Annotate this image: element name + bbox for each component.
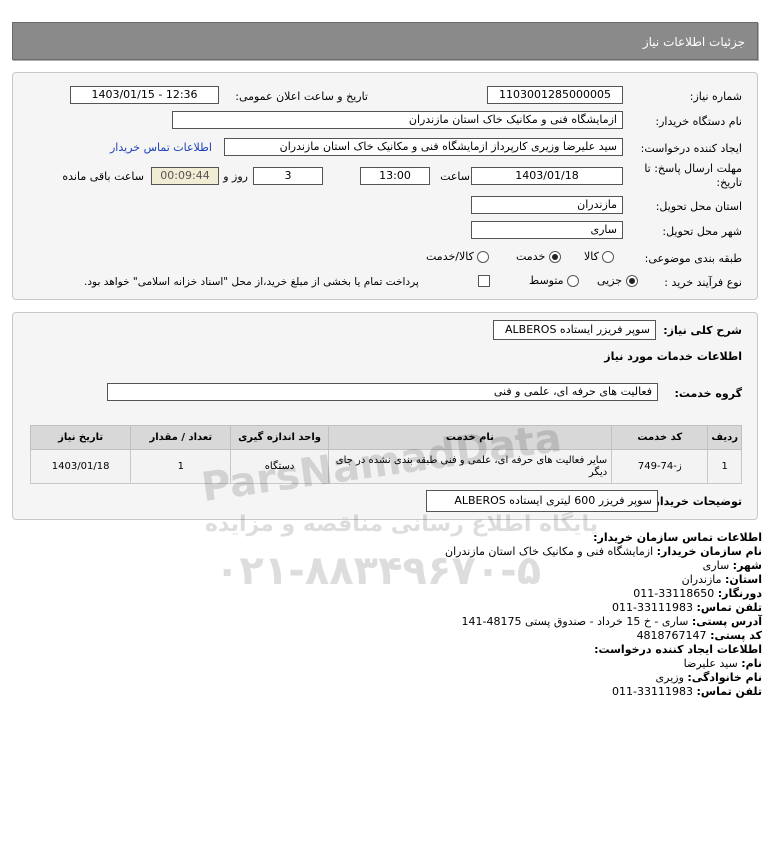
contact-postal-label: کد پستی: [710, 629, 762, 642]
contact-phone-label: تلفن تماس: [696, 601, 762, 614]
cell-date: 1403/01/18 [29, 449, 132, 484]
need-summary-panel [12, 312, 758, 520]
col-unit: واحد اندازه گیری [230, 425, 329, 450]
buyer-desc-field: سوپر فریزر 600 لیتری ایستاده ALBEROS [426, 490, 658, 512]
radio-medium-icon[interactable] [567, 275, 580, 287]
creator-field: سید علیرضا وزیری کارپرداز ازمایشگاه فنی … [224, 138, 623, 156]
contact-city: شهر: ساری [703, 559, 762, 572]
creator-phone: تلفن تماس: 33111983-011 [612, 685, 762, 698]
creator-name-value: سید علیرضا [683, 657, 738, 670]
summary-title-label: شرح کلی نیاز: [663, 324, 742, 337]
buyer-org-field: ازمایشگاه فنی و مکانیک خاک استان مازندرا… [172, 111, 623, 129]
contact-postal: کد پستی: 4818767147 [637, 629, 762, 642]
radio-goods-icon[interactable] [602, 251, 615, 263]
service-group-label: گروه خدمت: [674, 387, 742, 400]
radio-goods-service-icon[interactable] [477, 251, 490, 263]
contact-province-value: مازندران [681, 573, 722, 586]
creator-name-label: نام: [741, 657, 762, 670]
page-title: جزئیات اطلاعات نیاز [642, 35, 745, 49]
contact-phone: تلفن تماس: 33111983-011 [612, 601, 762, 614]
contact-city-label: شهر: [732, 559, 762, 572]
city-label: شهر محل تحویل: [662, 225, 742, 238]
contact-address: آدرس پستی: ساری - خ 15 خرداد - صندوق پست… [462, 615, 762, 628]
summary-title-field: سوپر فریزر ایستاده ALBEROS [493, 320, 656, 340]
province-label: استان محل تحویل: [655, 200, 742, 213]
radio-goods-label: کالا [584, 250, 599, 263]
need-number-label: شماره نیاز: [689, 90, 742, 103]
process-label: نوع فرآیند خرید : [664, 276, 742, 289]
contact-org-label: نام سازمان خریدار: [656, 545, 762, 558]
remaining-time-field: 00:09:44 [151, 167, 219, 185]
announce-datetime-field: 1403/01/15 - 12:36 [70, 86, 219, 104]
remaining-label: ساعت باقی مانده [62, 170, 144, 183]
category-radio-service[interactable]: خدمت [516, 250, 561, 263]
col-row: ردیف [707, 425, 742, 450]
payment-note: پرداخت تمام یا بخشی از مبلغ خرید،از محل … [84, 276, 419, 288]
creator-heading: اطلاعات ایجاد کننده درخواست: [594, 643, 762, 656]
creator-family: نام خانوادگی: وزیری [656, 671, 762, 684]
contact-postal-value: 4818767147 [636, 629, 707, 642]
cell-row: 1 [707, 449, 742, 484]
radio-medium-label: متوسط [529, 274, 564, 287]
cell-unit: دستگاه [230, 449, 329, 484]
category-radio-goods[interactable]: کالا [584, 250, 615, 263]
deadline-label: مهلت ارسال پاسخ: تا تاریخ: [642, 162, 742, 190]
contact-heading: اطلاعات تماس سازمان خریدار: [593, 531, 762, 544]
contact-province: استان: مازندران [682, 573, 762, 586]
col-name: نام خدمت [327, 425, 613, 450]
contact-city-value: ساری [702, 559, 730, 572]
contact-province-label: استان: [725, 573, 762, 586]
radio-goods-service-label: کالا/خدمت [426, 250, 474, 263]
services-heading: اطلاعات خدمات مورد نیاز [604, 350, 742, 363]
contact-address-value: ساری - خ 15 خرداد - صندوق پستی 48175-141 [461, 615, 689, 628]
deadline-time-field: 13:00 [360, 167, 430, 185]
creator-phone-label: تلفن تماس: [696, 685, 762, 698]
city-field: ساری [471, 221, 623, 239]
deadline-time-label: ساعت [440, 170, 470, 183]
services-table-header: ردیف کد خدمت نام خدمت واحد اندازه گیری ت… [29, 425, 742, 450]
deadline-label-text: مهلت ارسال پاسخ: تا تاریخ: [644, 162, 742, 189]
days-remaining-field: 3 [253, 167, 323, 185]
creator-phone-value: 33111983-011 [612, 685, 694, 698]
category-label: طبقه بندی موضوعی: [644, 252, 742, 265]
cell-qty: 1 [130, 449, 232, 484]
days-label: روز و [223, 170, 248, 183]
col-qty: تعداد / مقدار [130, 425, 232, 450]
cell-code: ز-74-749 [611, 449, 709, 484]
province-field: مازندران [471, 196, 623, 214]
contact-fax-label: دورنگار: [717, 587, 762, 600]
process-radio-medium[interactable]: متوسط [529, 274, 580, 287]
radio-minor-icon[interactable] [625, 275, 638, 287]
services-table: ردیف کد خدمت نام خدمت واحد اندازه گیری ت… [29, 425, 742, 484]
buyer-desc-label: توضیحات خریدار: [649, 495, 742, 508]
radio-minor-label: جزیی [597, 274, 623, 287]
treasury-checkbox[interactable] [478, 275, 490, 287]
cell-name: سایر فعالیت های حرفه ای، علمی و فنی طبقه… [327, 449, 613, 484]
creator-label: ایجاد کننده درخواست: [640, 142, 742, 155]
contact-fax-value: 33118650-011 [633, 587, 715, 600]
need-number-field: 1103001285000005 [487, 86, 623, 104]
page-header: جزئیات اطلاعات نیاز [12, 22, 758, 60]
creator-family-label: نام خانوادگی: [687, 671, 762, 684]
creator-name: نام: سید علیرضا [684, 657, 762, 670]
col-date: تاریخ نیاز [29, 425, 132, 450]
deadline-date-field: 1403/01/18 [471, 167, 623, 185]
contact-fax: دورنگار: 33118650-011 [633, 587, 762, 600]
process-radio-minor[interactable]: جزیی [597, 274, 638, 287]
buyer-org-label: نام دستگاه خریدار: [655, 115, 742, 128]
announce-label: تاریخ و ساعت اعلان عمومی: [235, 90, 368, 103]
col-code: کد خدمت [611, 425, 709, 450]
contact-address-label: آدرس پستی: [691, 615, 762, 628]
service-group-field: فعالیت های حرفه ای، علمی و فنی [107, 383, 658, 401]
category-radio-goods-service[interactable]: کالا/خدمت [426, 250, 490, 263]
contact-org: نام سازمان خریدار: ازمایشگاه فنی و مکانی… [445, 545, 762, 558]
radio-service-icon[interactable] [548, 251, 561, 263]
creator-family-value: وزیری [655, 671, 684, 684]
contact-org-value: ازمایشگاه فنی و مکانیک خاک استان مازندرا… [445, 545, 654, 558]
contact-phone-value: 33111983-011 [612, 601, 694, 614]
radio-service-label: خدمت [516, 250, 546, 263]
buyer-contact-link[interactable]: اطلاعات تماس خریدار [110, 141, 212, 154]
table-row: 1 ز-74-749 سایر فعالیت های حرفه ای، علمی… [29, 449, 742, 484]
